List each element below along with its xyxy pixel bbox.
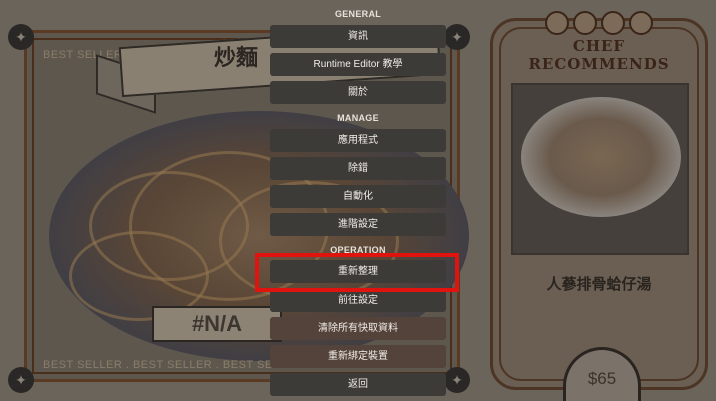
runtime-editor-tutorial-button[interactable]: Runtime Editor 教學 [270, 53, 446, 76]
settings-menu: GENERAL 資訊 Runtime Editor 教學 關於 MANAGE 應… [270, 0, 446, 401]
refresh-button[interactable]: 重新整理 [270, 260, 446, 283]
debug-button[interactable]: 除錯 [270, 157, 446, 180]
wheel-icon [629, 11, 653, 35]
chef-recommends-card: CHEF RECOMMENDS 人蔘排骨蛤仔湯 $65 [490, 11, 708, 401]
dish-title: 炒麵 [214, 45, 259, 70]
advanced-settings-button[interactable]: 進階設定 [270, 213, 446, 236]
corner-ornament-icon: ✦ [444, 24, 470, 50]
soup-dish-photo [511, 83, 689, 255]
decorative-wheels [545, 11, 653, 35]
wheel-icon [573, 11, 597, 35]
chef-recommends-title: CHEF RECOMMENDS [528, 37, 670, 73]
corner-ornament-icon: ✦ [8, 367, 34, 393]
info-button[interactable]: 資訊 [270, 25, 446, 48]
corner-ornament-icon: ✦ [8, 24, 34, 50]
rebind-device-button[interactable]: 重新綁定裝置 [270, 345, 446, 368]
wheel-icon [601, 11, 625, 35]
automation-button[interactable]: 自動化 [270, 185, 446, 208]
applications-button[interactable]: 應用程式 [270, 129, 446, 152]
back-button[interactable]: 返回 [270, 373, 446, 396]
clear-cache-button[interactable]: 清除所有快取資料 [270, 317, 446, 340]
about-button[interactable]: 關於 [270, 81, 446, 104]
section-header-general: GENERAL [334, 9, 382, 19]
wheel-icon [545, 11, 569, 35]
section-header-operation: OPERATION [330, 245, 386, 255]
chef-dish-name: 人蔘排骨蛤仔湯 [546, 276, 652, 293]
corner-ornament-icon: ✦ [444, 367, 470, 393]
go-to-settings-button[interactable]: 前往設定 [270, 289, 446, 312]
dish-price-tag: #N/A [152, 306, 282, 342]
section-header-manage: MANAGE [337, 113, 379, 123]
